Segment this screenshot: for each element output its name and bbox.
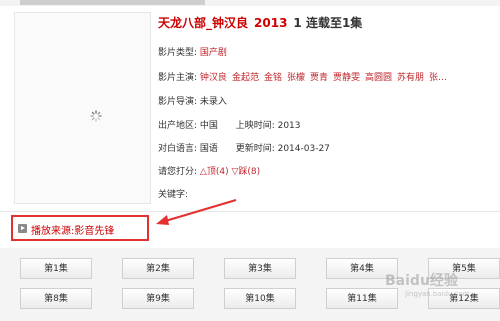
play-source-highlight[interactable]: 播放来源:影音先锋 <box>11 215 149 241</box>
watermark-main: Baidu经验 <box>385 273 458 289</box>
actors-field: 影片主演: 钟汉良 金起范 金铭 张檬 贾青 贾静雯 高圆圆 苏有朋 张… <box>158 70 452 83</box>
actors-label: 影片主演: <box>158 73 198 83</box>
actor-link[interactable]: 金铭 <box>264 73 282 83</box>
episode-button[interactable]: 第2集 <box>122 258 194 279</box>
type-label: 影片类型: <box>158 48 198 58</box>
episode-button[interactable]: 第10集 <box>224 288 296 309</box>
language-value: 国语 <box>199 144 218 154</box>
rating-field: 请您打分: △顶(4) ▽踩(8) <box>158 164 260 177</box>
region-release-field: 出产地区: 中国 上映时间: 2013 <box>158 118 301 131</box>
language-update-field: 对白语言: 国语 更新时间: 2014-03-27 <box>158 141 330 154</box>
movie-status: 1 连载至1集 <box>293 16 363 30</box>
actor-link[interactable]: 张… <box>429 73 447 83</box>
update-value: 2014-03-27 <box>277 144 330 154</box>
baidu-watermark: Baidu经验 jingyan.baidu.com <box>385 270 500 310</box>
region-value: 中国 <box>199 121 218 131</box>
actor-link[interactable]: 高圆圆 <box>365 73 392 83</box>
director-value: 未录入 <box>199 97 227 107</box>
region-label: 出产地区: <box>158 121 198 131</box>
top-bar-shadow <box>20 0 205 5</box>
annotation-arrow-icon <box>156 198 237 225</box>
actor-link[interactable]: 钟汉良 <box>200 73 227 83</box>
up-vote-link[interactable]: 顶(4) <box>207 167 229 177</box>
movie-year: 2013 <box>254 16 288 30</box>
episode-button[interactable]: 第8集 <box>20 288 92 309</box>
episode-button[interactable]: 第9集 <box>122 288 194 309</box>
thumbs-up-icon[interactable]: △ <box>200 167 207 177</box>
rating-label: 请您打分: <box>158 167 198 177</box>
update-label: 更新时间: <box>235 144 275 154</box>
director-field: 影片导演: 未录入 <box>158 94 227 107</box>
release-value: 2013 <box>277 121 301 131</box>
director-label: 影片导演: <box>158 97 198 107</box>
language-label: 对白语言: <box>158 144 198 154</box>
top-strip <box>0 0 500 6</box>
type-field: 影片类型: 国产剧 <box>158 45 227 58</box>
type-value[interactable]: 国产剧 <box>200 48 227 58</box>
watermark-sub: jingyan.baidu.com <box>405 290 470 298</box>
play-source-label: 播放来源:影音先锋 <box>31 226 115 237</box>
loading-spinner-icon <box>90 110 102 122</box>
play-icon <box>18 224 27 233</box>
movie-title[interactable]: 天龙八部_钟汉良 <box>158 16 248 30</box>
actor-link[interactable]: 贾青 <box>310 73 328 83</box>
poster-image <box>14 12 151 204</box>
actor-link[interactable]: 金起范 <box>232 73 259 83</box>
movie-title-row: 天龙八部_钟汉良 2013 1 连载至1集 <box>158 14 362 31</box>
release-label: 上映时间: <box>235 121 275 131</box>
episode-button[interactable]: 第3集 <box>224 258 296 279</box>
actor-link[interactable]: 苏有朋 <box>397 73 424 83</box>
episode-button[interactable]: 第1集 <box>20 258 92 279</box>
actor-link[interactable]: 张檬 <box>287 73 305 83</box>
section-divider <box>0 211 500 212</box>
down-vote-link[interactable]: 踩(8) <box>238 167 260 177</box>
actor-link[interactable]: 贾静雯 <box>333 73 360 83</box>
